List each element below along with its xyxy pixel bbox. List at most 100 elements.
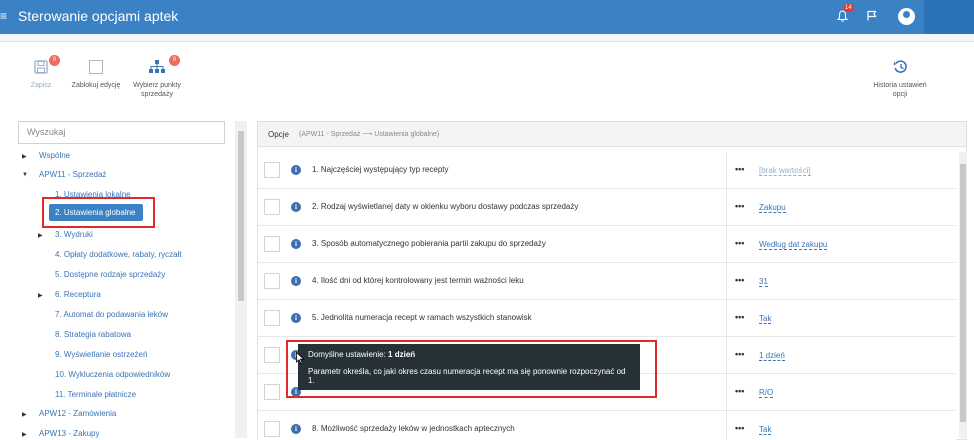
more-icon[interactable]: •••	[735, 275, 744, 285]
history-label-1: Historia ustawień	[873, 82, 927, 89]
scrollbar-thumb[interactable]	[238, 131, 244, 301]
collapse-arrow-icon[interactable]: ▼	[22, 172, 28, 178]
more-icon[interactable]: •••	[735, 349, 744, 359]
option-value[interactable]: 1 dzień	[759, 351, 785, 361]
more-icon[interactable]: •••	[735, 423, 744, 433]
row-checkbox[interactable]	[264, 273, 280, 289]
info-icon[interactable]: i	[291, 424, 301, 434]
user-avatar[interactable]	[898, 8, 915, 25]
tree-item-receptura[interactable]: 6. Receptura	[55, 290, 101, 299]
option-row: i 1. Najczęściej występujący typ recepty…	[258, 152, 956, 189]
option-value[interactable]: Tak	[759, 425, 772, 435]
divider	[726, 411, 727, 440]
divider	[726, 189, 727, 226]
row-checkbox[interactable]	[264, 347, 280, 363]
select-points-button[interactable]: Wybierz punkty sprzedaży	[128, 60, 186, 99]
lock-edit-label: Zablokuj edycję	[71, 82, 121, 89]
info-icon[interactable]: i	[291, 239, 301, 249]
history-icon	[868, 60, 932, 77]
option-label: 4. Ilość dni od której kontrolowany jest…	[312, 276, 524, 285]
row-checkbox[interactable]	[264, 199, 280, 215]
breadcrumb: (APW11 - Sprzedaż ⟶ Ustawienia globalne)	[299, 131, 440, 138]
row-checkbox[interactable]	[264, 162, 280, 178]
options-scrollbar[interactable]	[959, 152, 967, 438]
expand-arrow-icon[interactable]: ▶	[22, 431, 27, 438]
flag-icon[interactable]	[867, 10, 877, 24]
option-value[interactable]: Zakupu	[759, 203, 786, 213]
more-icon[interactable]: •••	[735, 238, 744, 248]
divider	[726, 374, 727, 411]
option-row: i 8. Możliwość sprzedaży leków w jednost…	[258, 411, 956, 440]
tree-item-strategia[interactable]: 8. Strategia rabatowa	[55, 330, 131, 339]
tree-item-rodzaje-sprzedazy[interactable]: 5. Dostępne rodzaje sprzedaży	[55, 270, 165, 279]
more-icon[interactable]: •••	[735, 386, 744, 396]
select-points-label-2: sprzedaży	[141, 91, 173, 98]
row-checkbox[interactable]	[264, 236, 280, 252]
divider	[726, 337, 727, 374]
expand-arrow-icon[interactable]: ▶	[38, 232, 43, 239]
more-icon[interactable]: •••	[735, 201, 744, 211]
select-points-label-1: Wybierz punkty	[133, 82, 181, 89]
option-row: i 4. Ilość dni od której kontrolowany je…	[258, 263, 956, 300]
scrollbar-thumb[interactable]	[960, 164, 966, 422]
option-label: 3. Sposób automatycznego pobierania part…	[312, 239, 546, 248]
option-value[interactable]: Tak	[759, 314, 772, 324]
tree-item-ostrzezenia[interactable]: 9. Wyświetlanie ostrzeżeń	[55, 350, 147, 359]
info-icon[interactable]: i	[291, 313, 301, 323]
checkbox-icon	[68, 60, 124, 77]
bell-icon[interactable]	[836, 10, 849, 25]
header-subbar	[0, 34, 974, 42]
divider	[726, 263, 727, 300]
option-label: 8. Możliwość sprzedaży leków w jednostka…	[312, 424, 515, 433]
expand-arrow-icon[interactable]: ▶	[22, 153, 27, 160]
divider	[726, 152, 727, 189]
tree-item-apw11[interactable]: APW11 - Sprzedaż	[39, 170, 106, 179]
option-row: i 5. Jednolita numeracja recept w ramach…	[258, 300, 956, 337]
option-value[interactable]: [brak wartości]	[759, 166, 811, 176]
app-header: ≡ Sterowanie opcjami aptek 14	[0, 0, 974, 34]
tree-item-automat[interactable]: 7. Automat do podawania leków	[55, 310, 168, 319]
tree-item-wspolne[interactable]: Wspólne	[39, 151, 70, 160]
expand-arrow-icon[interactable]: ▶	[38, 292, 43, 299]
divider	[726, 300, 727, 337]
mouse-cursor-icon	[296, 352, 305, 364]
option-label: 1. Najczęściej występujący typ recepty	[312, 165, 449, 174]
option-value[interactable]: 31	[759, 277, 768, 287]
option-row: i 3. Sposób automatycznego pobierania pa…	[258, 226, 956, 263]
tree-item-terminale[interactable]: 11. Terminale płatnicze	[55, 390, 136, 399]
history-label-2: opcji	[892, 91, 908, 98]
highlight-box	[42, 197, 155, 228]
row-checkbox[interactable]	[264, 421, 280, 437]
expand-arrow-icon[interactable]: ▶	[22, 411, 27, 418]
panel-title: Opcje	[268, 130, 289, 139]
option-row: i 2. Rodzaj wyświetlanej daty w okienku …	[258, 189, 956, 226]
save-label: Zapisz	[30, 82, 52, 89]
menu-icon[interactable]: ≡	[0, 10, 8, 22]
header-right-area	[924, 0, 974, 34]
option-label: 2. Rodzaj wyświetlanej daty w okienku wy…	[312, 202, 579, 211]
option-value[interactable]: Według dat zakupu	[759, 240, 828, 250]
notification-badge: 14	[843, 4, 854, 12]
row-checkbox[interactable]	[264, 310, 280, 326]
option-label: 5. Jednolita numeracja recept w ramach w…	[312, 313, 532, 322]
tree-item-apw12[interactable]: APW12 - Zamówienia	[39, 409, 116, 418]
tree-item-apw13[interactable]: APW13 - Zakupy	[39, 429, 99, 438]
more-icon[interactable]: •••	[735, 164, 744, 174]
app-title: Sterowanie opcjami aptek	[18, 8, 179, 24]
lock-edit-button[interactable]: Zablokuj edycję	[68, 60, 124, 90]
points-badge: 0	[169, 55, 180, 66]
row-checkbox[interactable]	[264, 384, 280, 400]
more-icon[interactable]: •••	[735, 312, 744, 322]
option-value[interactable]: R/O	[759, 388, 774, 398]
info-icon[interactable]: i	[291, 202, 301, 212]
search-input[interactable]: Wyszukaj	[18, 121, 225, 144]
tooltip-highlight-box	[286, 340, 657, 398]
info-icon[interactable]: i	[291, 276, 301, 286]
tree-item-wykluczenia[interactable]: 10. Wykluczenia odpowiedników	[55, 370, 170, 379]
info-icon[interactable]: i	[291, 165, 301, 175]
tree-scrollbar[interactable]	[235, 121, 247, 438]
tree-item-oplaty[interactable]: 4. Opłaty dodatkowe, rabaty, ryczałt	[55, 250, 182, 259]
history-button[interactable]: Historia ustawień opcji	[868, 60, 932, 99]
save-badge: 0	[49, 55, 60, 66]
tree-item-wydruki[interactable]: 3. Wydruki	[55, 230, 93, 239]
